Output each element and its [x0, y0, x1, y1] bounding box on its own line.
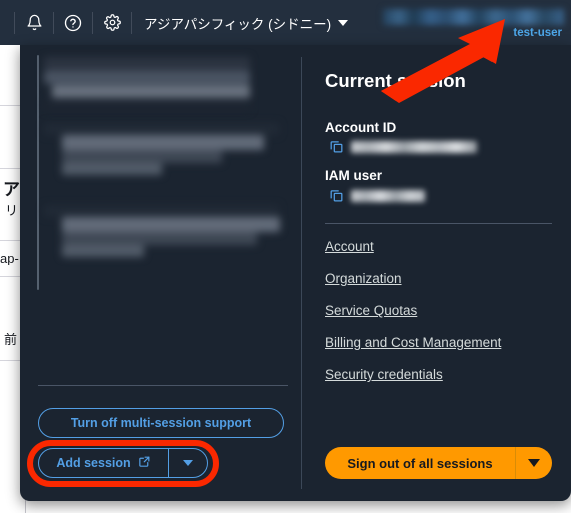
turn-off-multi-session-label: Turn off multi-session support [70, 416, 252, 430]
menu-item-security-credentials[interactable]: Security credentials [325, 367, 443, 382]
copy-icon[interactable] [329, 188, 344, 203]
region-selector[interactable]: アジアパシフィック (シドニー) [132, 0, 359, 45]
notifications-icon[interactable] [15, 0, 53, 45]
screenshot-root: ア リ ap- 前 アジアパシフィック (シドニー) test-user Tur… [0, 0, 571, 513]
add-session-button[interactable]: Add session [39, 449, 169, 477]
right-column-divider [325, 223, 552, 224]
chevron-down-icon [338, 19, 349, 26]
menu-item-organization[interactable]: Organization [325, 271, 402, 286]
sign-out-button-group[interactable]: Sign out of all sessions [325, 447, 552, 479]
sign-out-all-sessions-label: Sign out of all sessions [347, 455, 493, 471]
sign-out-all-sessions-button[interactable]: Sign out of all sessions [325, 447, 516, 479]
turn-off-multi-session-button[interactable]: Turn off multi-session support [38, 408, 284, 438]
left-column-divider [38, 385, 288, 386]
menu-item-billing-and-cost-management[interactable]: Billing and Cost Management [325, 335, 501, 350]
session-list[interactable] [37, 55, 287, 297]
copy-icon[interactable] [329, 139, 344, 154]
top-navigation-bar: アジアパシフィック (シドニー) test-user [0, 0, 571, 45]
iam-user-label: IAM user [325, 168, 383, 183]
account-user-label: test-user [513, 27, 562, 39]
settings-icon[interactable] [93, 0, 131, 45]
page-title: Current session [325, 70, 466, 91]
account-id-value-redacted [351, 140, 477, 153]
list-item[interactable] [44, 123, 287, 185]
list-item[interactable] [44, 205, 287, 267]
external-link-icon [138, 455, 151, 471]
panel-column-divider [301, 57, 302, 489]
region-selector-label: アジアパシフィック (シドニー) [144, 16, 332, 32]
add-session-label: Add session [56, 456, 131, 470]
chevron-down-icon [528, 459, 540, 467]
add-session-dropdown-toggle[interactable] [169, 449, 207, 477]
add-session-button-group[interactable]: Add session [38, 448, 208, 478]
account-id-label: Account ID [325, 120, 397, 135]
sign-out-dropdown-toggle[interactable] [516, 447, 552, 479]
iam-user-value-redacted [351, 189, 425, 202]
list-item[interactable] [44, 55, 287, 117]
iam-user-row[interactable] [329, 188, 425, 203]
menu-item-account[interactable]: Account [325, 239, 374, 254]
topbar-left-spacer [0, 0, 14, 45]
account-menu-button[interactable]: test-user [375, 0, 571, 45]
account-name-redacted [383, 9, 564, 25]
help-icon[interactable] [54, 0, 92, 45]
menu-item-service-quotas[interactable]: Service Quotas [325, 303, 417, 318]
chevron-down-icon [183, 460, 193, 466]
session-list-scrollbar[interactable] [37, 55, 39, 290]
account-id-row[interactable] [329, 139, 477, 154]
